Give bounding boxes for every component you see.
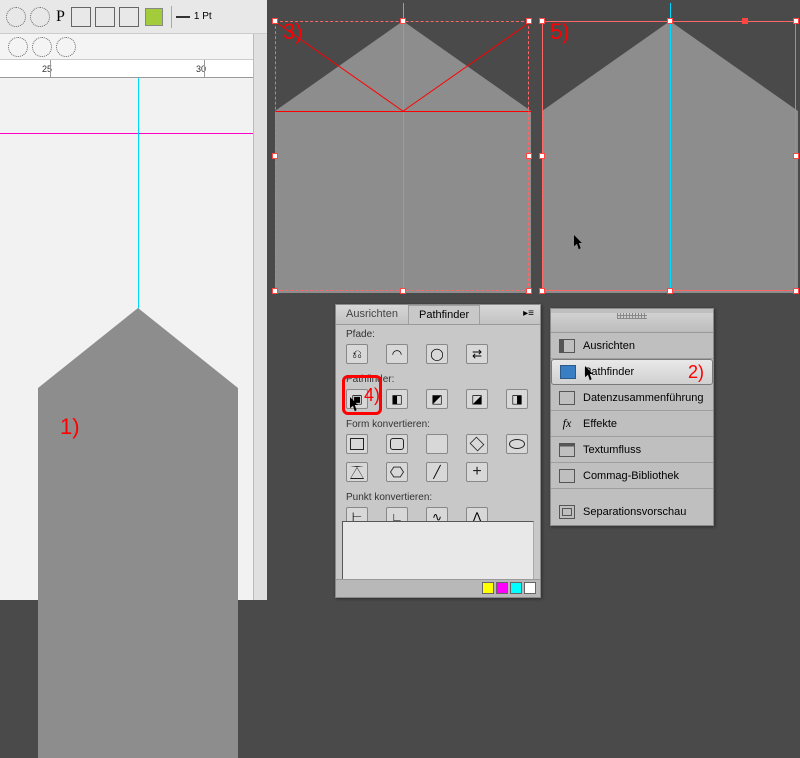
swatch-magenta[interactable] [496, 582, 508, 594]
tool-icon[interactable] [56, 37, 76, 57]
panel-grip[interactable] [551, 313, 713, 333]
pathfinder-intersect-button[interactable]: ◩ [426, 389, 448, 409]
step-1-label: 1) [60, 414, 80, 440]
selection-bounds [275, 21, 529, 291]
separator [171, 6, 172, 28]
tool-icon[interactable] [30, 7, 50, 27]
path-reverse-button[interactable]: ⇄ [466, 344, 488, 364]
tab-pathfinder[interactable]: Pathfinder [409, 305, 480, 324]
flyout-label: Pathfinder [584, 366, 634, 378]
document-canvas: P 1 Pt 25 30 1) [0, 0, 267, 600]
flyout-item-ausrichten[interactable]: Ausrichten [551, 333, 713, 359]
separations-icon [559, 505, 575, 519]
flyout-label: Effekte [583, 418, 617, 430]
shape-roundrect-button[interactable] [386, 434, 408, 454]
stroke-icon[interactable] [176, 16, 190, 18]
panel-footer [336, 579, 540, 597]
swatch-row [482, 582, 536, 594]
flyout-label: Datenzusammenführung [583, 392, 703, 404]
paths-row: ⎌ ◠ ◯ ⇄ [336, 342, 540, 370]
section-convert-shape-label: Form konvertieren: [336, 415, 540, 432]
panel-flyout: Ausrichten Pathfinder 2) Datenzusammenfü… [550, 308, 714, 526]
convert-shape-row-2: ╱ + [336, 460, 540, 488]
preview-step-5: 5) [542, 3, 798, 293]
scrollbar-vertical[interactable] [253, 34, 267, 600]
swatch-white[interactable] [524, 582, 536, 594]
flyout-item-bibliothek[interactable]: Commag-Bibliothek [551, 463, 713, 489]
library-icon [559, 469, 575, 483]
shape-ellipse-button[interactable] [506, 434, 528, 454]
preview-step-3: 3) [275, 3, 531, 293]
step-4-label: 4) [364, 385, 380, 406]
flyout-item-effekte[interactable]: fx Effekte [551, 411, 713, 437]
step-5-label: 5) [550, 19, 570, 45]
path-join-button[interactable]: ⎌ [346, 344, 368, 364]
canvas[interactable]: 1) [0, 78, 267, 600]
flyout-label: Textumfluss [583, 444, 641, 456]
pathfinder-minus-back-button[interactable]: ◨ [506, 389, 528, 409]
type-tool-icon[interactable]: P [56, 8, 65, 26]
pathfinder-exclude-button[interactable]: ◪ [466, 389, 488, 409]
flyout-label: Ausrichten [583, 340, 635, 352]
data-merge-icon [559, 391, 575, 405]
section-paths-label: Pfade: [336, 325, 540, 342]
convert-shape-row-1 [336, 432, 540, 460]
panel-tabs: Ausrichten Pathfinder ▸≡ [336, 305, 540, 325]
shape-orthogonal-line-button[interactable]: + [466, 462, 488, 482]
pathfinder-icon [560, 365, 576, 379]
fill-swatch[interactable] [145, 8, 163, 26]
step-2-label: 2) [688, 362, 704, 383]
guide-horizontal [0, 133, 267, 134]
step-3-label: 3) [283, 19, 303, 45]
pathfinder-subtract-button[interactable]: ◧ [386, 389, 408, 409]
tool-icon[interactable] [95, 7, 115, 27]
pathfinder-panel: Ausrichten Pathfinder ▸≡ Pfade: ⎌ ◠ ◯ ⇄ … [335, 304, 541, 598]
panel-menu-icon[interactable]: ▸≡ [517, 305, 540, 324]
section-convert-point-label: Punkt konvertieren: [336, 488, 540, 505]
tool-icon[interactable] [71, 7, 91, 27]
swatch-yellow[interactable] [482, 582, 494, 594]
shape-triangle-button[interactable] [346, 462, 368, 482]
shape-rect-button[interactable] [346, 434, 368, 454]
shape-polygon-button[interactable] [386, 462, 408, 482]
shape-line-button[interactable]: ╱ [426, 462, 448, 482]
path-open-button[interactable]: ◠ [386, 344, 408, 364]
shape-inverse-round-button[interactable] [466, 434, 488, 454]
textwrap-icon [559, 443, 575, 457]
stroke-weight-label[interactable]: 1 Pt [194, 11, 212, 22]
flyout-item-separationsvorschau[interactable]: Separationsvorschau [551, 499, 713, 525]
house-shape-roof[interactable] [38, 308, 238, 388]
swatch-cyan[interactable] [510, 582, 522, 594]
effects-icon: fx [559, 417, 575, 431]
path-close-button[interactable]: ◯ [426, 344, 448, 364]
selection-bounds [542, 21, 796, 291]
house-shape-body[interactable] [38, 388, 238, 758]
shape-bevel-button[interactable] [426, 434, 448, 454]
tab-ausrichten[interactable]: Ausrichten [336, 305, 409, 324]
toolbar-row-2 [0, 34, 267, 60]
tool-icon[interactable] [6, 7, 26, 27]
flyout-label: Commag-Bibliothek [583, 470, 679, 482]
horizontal-ruler: 25 30 [0, 60, 267, 78]
tool-icon[interactable] [8, 37, 28, 57]
flyout-item-datenzusammenfuehrung[interactable]: Datenzusammenführung [551, 385, 713, 411]
top-toolbar: P 1 Pt [0, 0, 267, 34]
flyout-label: Separationsvorschau [583, 506, 686, 518]
tool-icon[interactable] [119, 7, 139, 27]
tool-icon[interactable] [32, 37, 52, 57]
align-icon [559, 339, 575, 353]
flyout-item-textumfluss[interactable]: Textumfluss [551, 437, 713, 463]
flyout-item-pathfinder[interactable]: Pathfinder 2) [551, 359, 713, 385]
